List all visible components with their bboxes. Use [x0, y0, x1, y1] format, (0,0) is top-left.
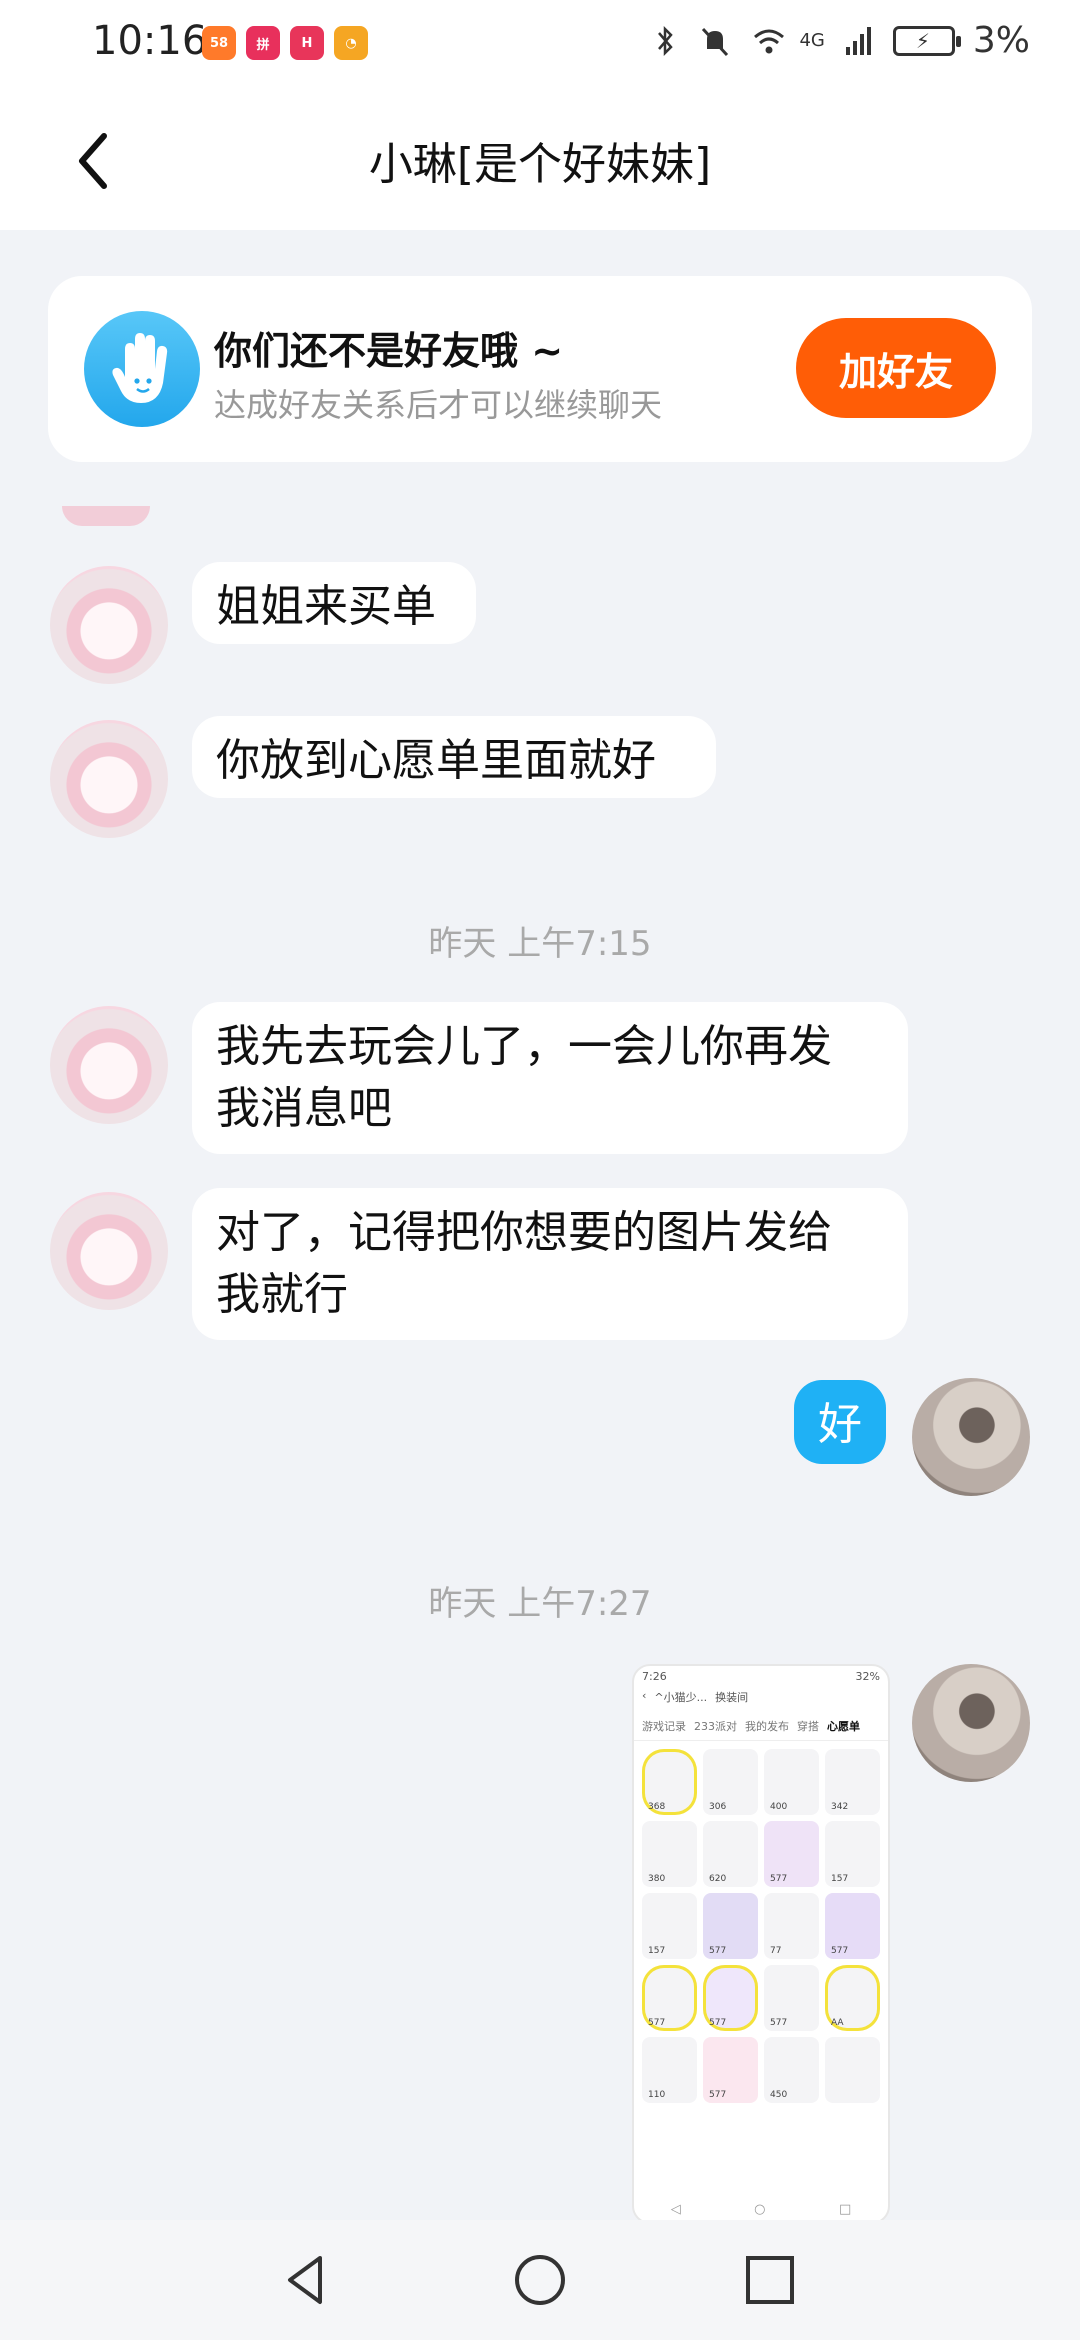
- mini-status: 7:26 32% ‹ ^小猫少... 换装间: [634, 1666, 888, 1712]
- mini-back-icon: ‹: [642, 1689, 647, 1702]
- signal-icon: [845, 26, 871, 55]
- message-text-line: 对了，记得把你想要的图片发给: [216, 1207, 832, 1258]
- mini-item-grid: 368 306 400 342 380 620 577 157 157 577 …: [634, 1741, 888, 2111]
- mini-item: 342: [825, 1749, 880, 1815]
- mini-item: 380: [642, 1821, 697, 1887]
- app-game-icon: ◔: [334, 26, 368, 60]
- network-type: 4G: [799, 30, 825, 51]
- nav-recents-icon[interactable]: [740, 2250, 800, 2310]
- mini-nav-bar: ◁ ○ □: [634, 2196, 888, 2222]
- friend-request-banner: 你们还不是好友哦 ~ 达成好友关系后才可以继续聊天 加好友: [48, 276, 1032, 462]
- message-bubble[interactable]: 姐姐来买单: [192, 562, 476, 644]
- message-bubble[interactable]: 对了，记得把你想要的图片发给 我就行: [192, 1188, 908, 1340]
- status-time: 10:16: [92, 18, 208, 64]
- mini-action: 换装间: [715, 1691, 749, 1704]
- contact-avatar[interactable]: [50, 1192, 168, 1310]
- mini-item: 577: [703, 2037, 758, 2103]
- message-bubble[interactable]: 你放到心愿单里面就好: [192, 716, 716, 798]
- battery-percent: 3%: [972, 20, 1030, 61]
- app-58-icon: 58: [202, 26, 236, 60]
- mini-battery: 32%: [855, 1670, 880, 1683]
- mini-item: 577: [825, 1893, 880, 1959]
- timestamp: 昨天 上午7:15: [428, 924, 652, 964]
- mini-tab: 我的发布: [745, 1720, 789, 1733]
- mini-item: 577: [764, 1821, 819, 1887]
- system-nav-bar: [0, 2220, 1080, 2340]
- status-indicators: 4G ⚡ 3%: [649, 20, 1030, 61]
- chat-title: 小琳[是个好妹妹]: [368, 139, 712, 190]
- mini-home-nav-icon: ○: [754, 2201, 766, 2217]
- mini-tab: 游戏记录: [642, 1720, 686, 1733]
- mini-tab-active: 心愿单: [827, 1720, 860, 1733]
- mini-title: ^小猫少...: [654, 1691, 708, 1704]
- mini-item: 306: [703, 1749, 758, 1815]
- mini-item: 577: [703, 1893, 758, 1959]
- mini-item: 577: [642, 1965, 697, 2031]
- timestamp: 昨天 上午7:27: [428, 1584, 652, 1624]
- banner-subtitle: 达成好友关系后才可以继续聊天: [214, 386, 663, 424]
- add-friend-button[interactable]: 加好友: [796, 318, 996, 418]
- bluetooth-icon: [658, 25, 674, 56]
- mini-item: 77: [764, 1893, 819, 1959]
- mini-tabs: 游戏记录 233派对 我的发布 穿搭 心愿单: [634, 1712, 888, 1741]
- mini-back-nav-icon: ◁: [670, 2201, 681, 2217]
- message-text: 好: [818, 1399, 862, 1450]
- app-pinduoduo-icon: 拼: [246, 26, 280, 60]
- mini-tab: 233派对: [694, 1720, 737, 1733]
- wifi-icon: [754, 29, 785, 53]
- shared-image-message[interactable]: 7:26 32% ‹ ^小猫少... 换装间 游戏记录 233派对 我的发布 穿…: [632, 1664, 890, 2224]
- mini-item: AA: [825, 1965, 880, 2031]
- message-text: 你放到心愿单里面就好: [216, 735, 656, 786]
- my-avatar[interactable]: [912, 1378, 1030, 1496]
- mini-item: 368: [642, 1749, 697, 1815]
- mini-item: 400: [764, 1749, 819, 1815]
- mini-time: 7:26: [642, 1670, 667, 1683]
- mini-item: 110: [642, 2037, 697, 2103]
- status-bar: 10:16 58 拼 H ◔ 4G ⚡ 3%: [0, 0, 1080, 88]
- wave-hand-icon: [84, 311, 200, 427]
- my-message-bubble[interactable]: 好: [794, 1380, 886, 1464]
- contact-avatar[interactable]: [50, 566, 168, 684]
- message-bubble[interactable]: 我先去玩会儿了，一会儿你再发 我消息吧: [192, 1002, 908, 1154]
- mini-item: 450: [764, 2037, 819, 2103]
- contact-avatar[interactable]: [50, 1006, 168, 1124]
- message-text: 姐姐来买单: [216, 581, 436, 632]
- mini-recent-nav-icon: □: [838, 2201, 852, 2217]
- mini-item: 577: [764, 1965, 819, 2031]
- contact-avatar[interactable]: [50, 720, 168, 838]
- my-avatar[interactable]: [912, 1664, 1030, 1782]
- mini-item: [825, 2037, 880, 2103]
- battery-icon: ⚡: [892, 25, 961, 56]
- message-text-line: 我就行: [216, 1269, 348, 1320]
- mini-item: 157: [642, 1893, 697, 1959]
- banner-title: 你们还不是好友哦 ~: [214, 329, 564, 373]
- mini-item: 577: [703, 1965, 758, 2031]
- message-text-line: 我消息吧: [216, 1083, 392, 1134]
- mini-item: 157: [825, 1821, 880, 1887]
- nav-home-icon[interactable]: [510, 2250, 570, 2310]
- mini-tab: 穿搭: [797, 1720, 819, 1733]
- chat-header: 小琳[是个好妹妹]: [0, 88, 1080, 230]
- app-huawei-icon: H: [290, 26, 324, 60]
- avatar-partial: [62, 506, 150, 526]
- nav-back-icon[interactable]: [276, 2250, 336, 2310]
- mute-bell-icon: [702, 27, 729, 56]
- notification-icons: 58 拼 H ◔: [202, 26, 368, 60]
- message-text-line: 我先去玩会儿了，一会儿你再发: [216, 1021, 832, 1072]
- mini-item: 620: [703, 1821, 758, 1887]
